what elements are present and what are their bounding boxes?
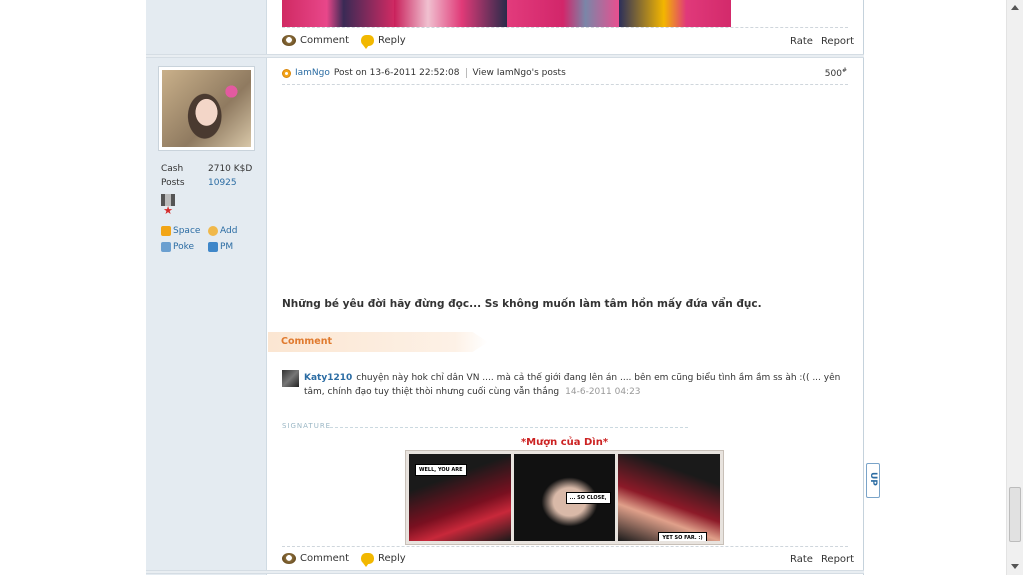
mail-icon xyxy=(208,242,218,252)
report-link[interactable]: Report xyxy=(821,554,854,565)
report-link[interactable]: Report xyxy=(821,36,854,47)
medal-icon: ★ xyxy=(161,194,176,218)
signature-panel: ... SO CLOSE, xyxy=(513,454,616,541)
scroll-up-arrow-icon[interactable] xyxy=(1011,5,1019,10)
post-floor-number: 500# xyxy=(824,67,847,79)
scrollbar-thumb[interactable] xyxy=(1009,487,1021,542)
view-author-posts-link[interactable]: View IamNgo's posts xyxy=(473,68,566,78)
reply-button[interactable]: Reply xyxy=(361,553,406,567)
posts-count-link[interactable]: 10925 xyxy=(208,178,237,188)
divider xyxy=(465,68,467,78)
reply-icon xyxy=(361,35,374,49)
online-status-icon xyxy=(282,68,291,78)
rate-link[interactable]: Rate xyxy=(790,36,813,47)
post-separator xyxy=(146,54,864,58)
signature-panel: WELL, YOU ARE xyxy=(409,454,511,541)
divider xyxy=(282,27,848,28)
divider xyxy=(330,427,688,428)
divider xyxy=(282,84,848,85)
comment-icon xyxy=(282,553,296,564)
vertical-scrollbar[interactable] xyxy=(1006,0,1023,575)
rate-link[interactable]: Rate xyxy=(790,554,813,565)
poke-link[interactable]: Poke xyxy=(161,242,208,252)
avatar[interactable] xyxy=(158,66,255,151)
comment-time: 14-6-2011 04:23 xyxy=(565,387,641,397)
signature-image: WELL, YOU ARE ... SO CLOSE, YET SO FAR. … xyxy=(405,450,724,545)
comment-item: Katy1210 chuyện này hok chỉ dân VN .... m… xyxy=(304,371,850,399)
previous-post-actions: Comment Reply xyxy=(282,35,414,49)
author-links-row-2: Poke PM xyxy=(161,242,255,252)
post-body-text: Những bé yêu đời hãy đừng đọc... Ss khôn… xyxy=(282,298,762,310)
author-name-link[interactable]: IamNgo xyxy=(295,68,330,78)
post-right-links: Rate Report xyxy=(790,554,854,565)
signature-label: SIGNATURE xyxy=(282,422,332,430)
comment-button[interactable]: Comment xyxy=(282,553,349,564)
add-friend-icon xyxy=(208,226,218,236)
scroll-down-arrow-icon[interactable] xyxy=(1011,564,1019,569)
space-link[interactable]: Space xyxy=(161,226,208,236)
post-date: Post on 13-6-2011 22:52:08 xyxy=(333,68,460,78)
signature-title: *Mượn của Dìn* xyxy=(520,437,609,448)
signature-panel: YET SO FAR. :) xyxy=(618,454,721,541)
previous-post-image xyxy=(282,0,731,27)
divider xyxy=(282,546,848,547)
home-icon xyxy=(161,226,171,236)
scroll-to-top-button[interactable]: UP xyxy=(866,463,880,498)
comment-button[interactable]: Comment xyxy=(282,35,349,46)
poke-icon xyxy=(161,242,171,252)
comment-section-header: Comment xyxy=(268,332,488,352)
reply-button[interactable]: Reply xyxy=(361,35,406,49)
author-stats: Cash 2710 K$D Posts 10925 xyxy=(161,164,253,188)
add-friend-link[interactable]: Add xyxy=(208,226,255,236)
post-actions: Comment Reply xyxy=(282,553,414,567)
author-links-row-1: Space Add xyxy=(161,226,255,236)
post-separator xyxy=(146,570,864,574)
comment-user-link[interactable]: Katy1210 xyxy=(304,373,352,383)
reply-icon xyxy=(361,553,374,567)
comment-avatar[interactable] xyxy=(282,370,299,387)
comment-icon xyxy=(282,35,296,46)
pm-link[interactable]: PM xyxy=(208,242,255,252)
previous-post-right-links: Rate Report xyxy=(790,36,854,47)
avatar-image xyxy=(162,70,251,147)
cash-value: 2710 K$D xyxy=(208,164,253,174)
post-header: IamNgo Post on 13-6-2011 22:52:08 View I… xyxy=(282,66,847,80)
